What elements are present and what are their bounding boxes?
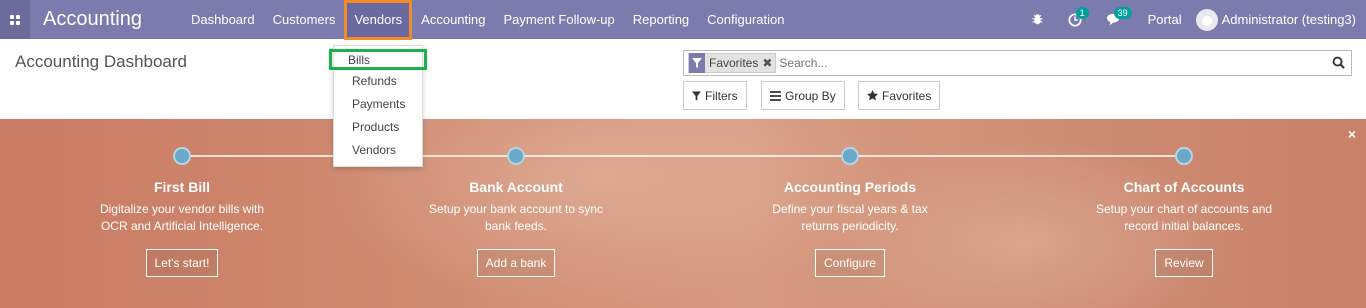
step-description: Setup your chart of accounts and record i… <box>1095 202 1273 233</box>
avatar <box>1195 8 1218 31</box>
page-title: Accounting Dashboard <box>15 52 188 71</box>
step-dot <box>507 147 525 165</box>
configure-button[interactable]: Configure <box>814 249 886 277</box>
search-icon[interactable] <box>1332 56 1345 72</box>
debug-bug-icon[interactable] <box>1031 13 1044 26</box>
menu-vendors[interactable]: Vendors <box>344 0 413 40</box>
step-title: First Bill <box>153 179 210 195</box>
filters-button[interactable]: Filters <box>683 81 747 110</box>
onboarding-step-first-bill: First Bill Digitalize your vendor bills … <box>52 119 312 277</box>
apps-menu-button[interactable] <box>0 0 30 39</box>
onboarding-step-chart-of-accounts: Chart of Accounts Setup your chart of ac… <box>1054 119 1314 277</box>
dropdown-item-bills[interactable]: Bills <box>329 49 427 70</box>
list-icon <box>770 90 781 101</box>
navbar-systray: 1 39 Portal Administrator (testing3) <box>1019 0 1356 39</box>
dropdown-item-refunds[interactable]: Refunds <box>334 70 422 93</box>
step-dot <box>841 147 859 165</box>
dropdown-item-payments[interactable]: Payments <box>334 93 422 116</box>
search-facet-favorites: Favorites ✖ <box>688 53 777 73</box>
activity-badge: 1 <box>1075 6 1089 19</box>
step-description: Digitalize your vendor bills with OCR and… <box>99 202 265 233</box>
menu-dashboard[interactable]: Dashboard <box>182 0 264 39</box>
filters-label: Filters <box>705 88 738 103</box>
step-title: Bank Account <box>469 179 563 195</box>
search-input[interactable] <box>779 56 1320 70</box>
step-title: Chart of Accounts <box>1123 179 1245 195</box>
facet-label: Favorites <box>709 56 759 70</box>
step-description: Define your fiscal years & tax returns pe… <box>772 202 928 233</box>
menu-accounting[interactable]: Accounting <box>412 0 494 39</box>
top-navbar: Accounting Dashboard Customers Vendors A… <box>0 0 1366 40</box>
app-brand[interactable]: Accounting <box>43 8 182 31</box>
favorites-label: Favorites <box>882 88 932 103</box>
review-button[interactable]: Review <box>1155 249 1213 277</box>
onboarding-panel: × First Bill Digitalize your vendor bill… <box>0 119 1366 308</box>
step-dot <box>173 147 191 165</box>
menu-payment-follow-up[interactable]: Payment Follow-up <box>495 0 624 39</box>
facet-remove-icon[interactable]: ✖ <box>762 56 775 70</box>
group-by-button[interactable]: Group By <box>761 81 845 110</box>
activity-clock-icon[interactable]: 1 <box>1068 6 1089 27</box>
step-description: Setup your bank account to sync bank feed… <box>428 202 604 233</box>
menu-configuration[interactable]: Configuration <box>698 0 793 39</box>
add-a-bank-button[interactable]: Add a bank <box>476 249 556 277</box>
user-name: Administrator (testing3) <box>1221 12 1356 27</box>
main-menu: Dashboard Customers Vendors Accounting P… <box>182 0 793 40</box>
dropdown-item-products[interactable]: Products <box>334 116 422 139</box>
step-dot <box>1175 147 1193 165</box>
lets-start-button[interactable]: Let's start! <box>145 249 219 277</box>
dropdown-item-vendors[interactable]: Vendors <box>334 139 422 162</box>
favorites-button[interactable]: Favorites <box>858 81 941 110</box>
onboarding-step-bank-account: Bank Account Setup your bank account to … <box>386 119 646 277</box>
user-menu[interactable]: Administrator (testing3) <box>1195 8 1356 31</box>
messaging-comments-icon[interactable]: 39 <box>1106 6 1132 27</box>
messages-badge: 39 <box>1113 6 1132 19</box>
onboarding-step-accounting-periods: Accounting Periods Define your fiscal ye… <box>720 119 980 277</box>
menu-reporting[interactable]: Reporting <box>624 0 698 39</box>
grid-icon <box>10 14 20 25</box>
vendors-dropdown-menu: Bills Refunds Payments Products Vendors <box>329 45 427 167</box>
portal-link[interactable]: Portal <box>1148 12 1182 27</box>
step-title: Accounting Periods <box>783 179 917 195</box>
menu-customers[interactable]: Customers <box>264 0 345 39</box>
search-bar[interactable]: Favorites ✖ <box>683 50 1352 76</box>
filter-icon <box>692 91 701 100</box>
close-icon[interactable]: × <box>1348 126 1356 142</box>
star-icon <box>867 90 878 101</box>
group-by-label: Group By <box>785 88 836 103</box>
filter-icon <box>689 53 705 73</box>
